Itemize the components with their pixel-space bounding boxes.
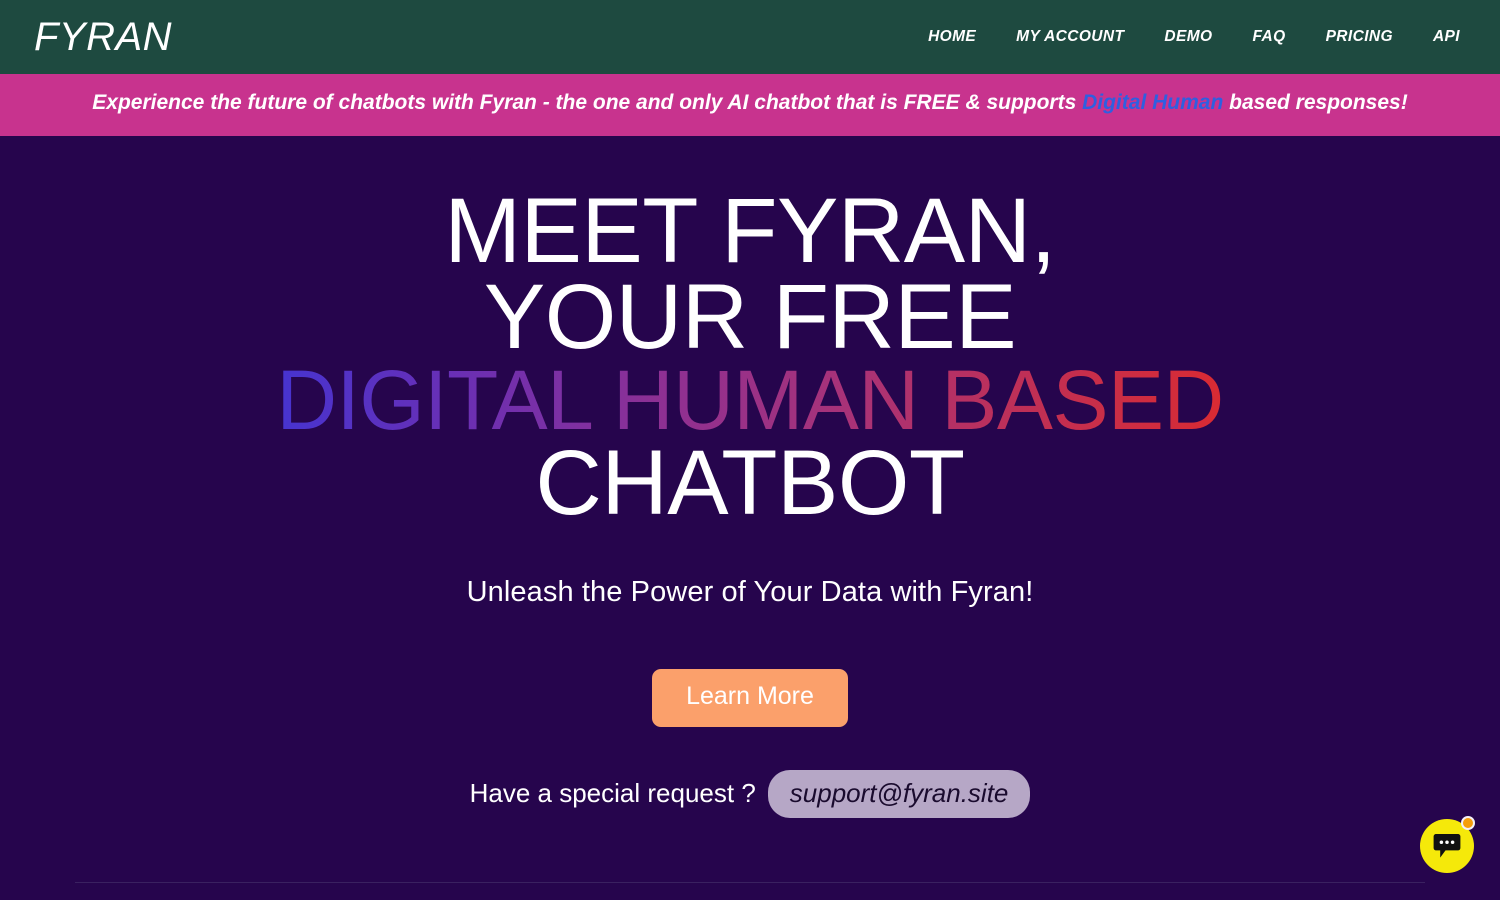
learn-more-button[interactable]: Learn More <box>652 669 848 727</box>
hero-section: MEET FYRAN, YOUR FREE DIGITAL HUMAN BASE… <box>0 135 1500 819</box>
page-root: FYRAN HOME MY ACCOUNT DEMO FAQ PRICING A… <box>0 0 1500 900</box>
hero-title-line-4: CHATBOT <box>535 431 965 534</box>
special-request-label: Have a special request ? <box>469 778 756 809</box>
hero-title: MEET FYRAN, YOUR FREE DIGITAL HUMAN BASE… <box>20 179 1480 534</box>
chat-notification-badge <box>1461 816 1475 830</box>
chat-bubble-icon <box>1433 834 1461 858</box>
announcement-banner: Experience the future of chatbots with F… <box>0 74 1500 136</box>
special-request-row: Have a special request ? support@fyran.s… <box>20 769 1480 819</box>
section-divider <box>75 882 1425 884</box>
support-email-link[interactable]: support@fyran.site <box>767 769 1031 819</box>
nav-item-home[interactable]: HOME <box>928 22 976 52</box>
digital-human-link[interactable]: Digital Human <box>1082 91 1223 114</box>
nav-item-pricing[interactable]: PRICING <box>1326 22 1393 52</box>
hero-title-line-3: DIGITAL HUMAN BASED <box>20 358 1480 442</box>
nav-item-api[interactable]: API <box>1433 22 1460 52</box>
site-header: FYRAN HOME MY ACCOUNT DEMO FAQ PRICING A… <box>0 0 1500 74</box>
hero-subtitle: Unleash the Power of Your Data with Fyra… <box>466 576 1034 609</box>
product-demo-section: PRODUCT DEMO FYRAN product demo showcase… <box>0 882 1500 900</box>
announcement-text-before: Experience the future of chatbots with F… <box>92 91 1083 114</box>
hero-title-line-1: MEET FYRAN, <box>444 179 1056 282</box>
nav-item-my-account[interactable]: MY ACCOUNT <box>1016 22 1124 52</box>
announcement-text-after: based responses! <box>1223 91 1408 114</box>
site-logo[interactable]: FYRAN <box>34 17 172 57</box>
chat-widget[interactable] <box>1420 816 1475 873</box>
nav-item-faq[interactable]: FAQ <box>1252 22 1285 52</box>
main-navigation: HOME MY ACCOUNT DEMO FAQ PRICING API <box>928 22 1472 52</box>
nav-item-demo[interactable]: DEMO <box>1164 22 1212 52</box>
hero-title-line-2: YOUR FREE <box>483 266 1017 369</box>
announcement-text: Experience the future of chatbots with F… <box>40 88 1460 118</box>
hero-cta-wrapper: Learn More <box>20 669 1480 727</box>
